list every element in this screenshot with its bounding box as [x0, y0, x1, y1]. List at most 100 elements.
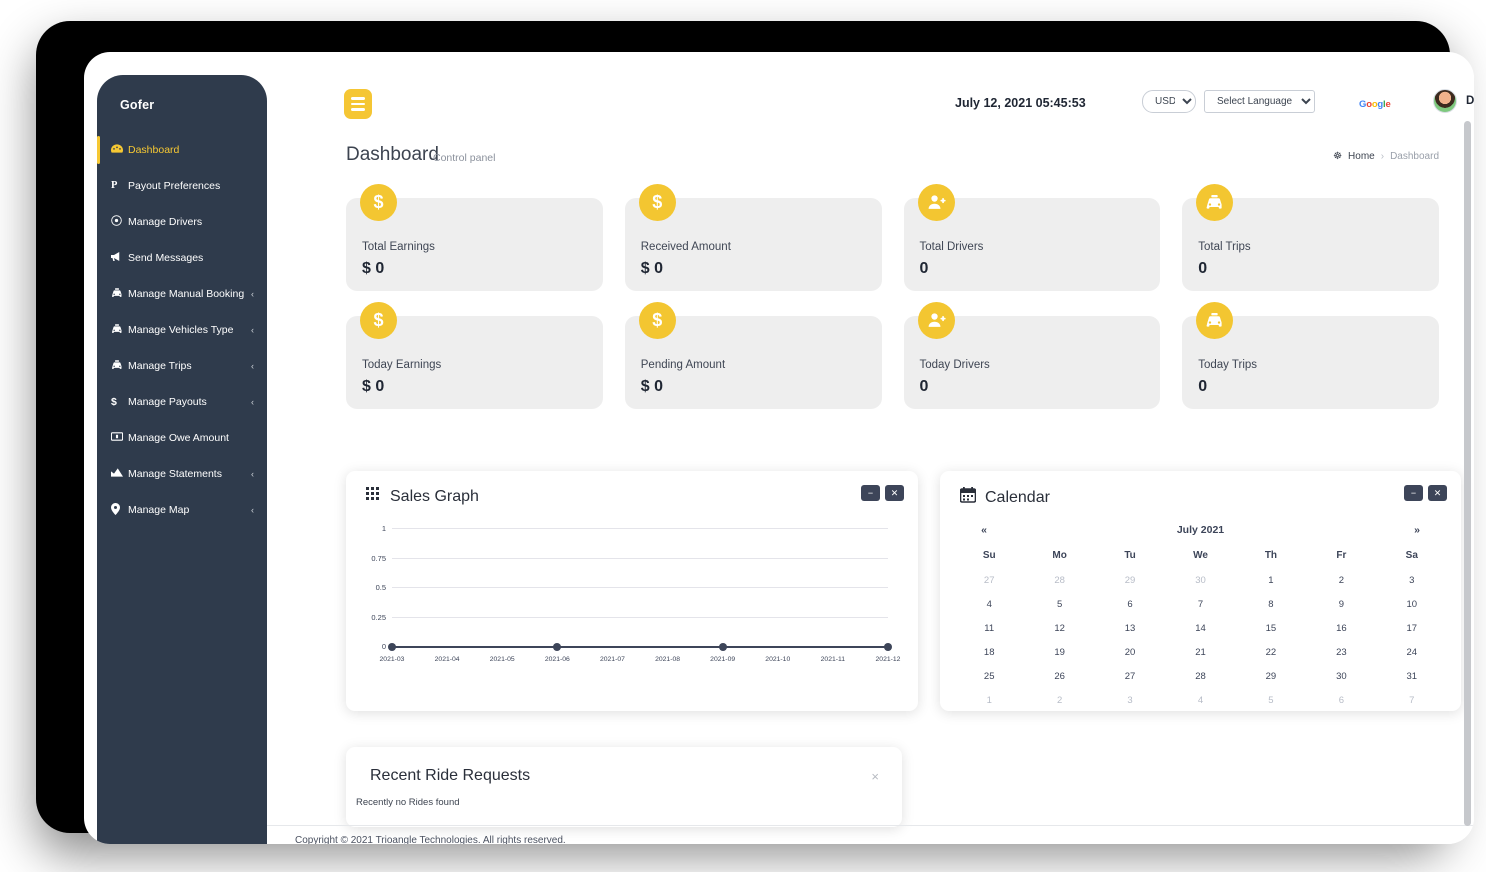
calendar-day[interactable]: 25 — [954, 664, 1024, 688]
calendar-next-button[interactable]: » — [1387, 524, 1447, 536]
calendar-day[interactable]: 27 — [1095, 664, 1165, 688]
calendar-day[interactable]: 4 — [954, 592, 1024, 616]
calendar-day[interactable]: 27 — [954, 568, 1024, 592]
calendar-day[interactable]: 5 — [1024, 592, 1094, 616]
chart-data-point[interactable] — [388, 643, 396, 651]
sidebar-item-label: Manage Owe Amount — [128, 432, 229, 444]
stat-card-value: 0 — [919, 378, 929, 395]
taxi-icon — [111, 359, 128, 374]
stat-card: Today Trips 0 — [1182, 302, 1461, 409]
chart-x-tick: 2021-11 — [820, 656, 846, 663]
calendar-day[interactable]: 21 — [1165, 640, 1235, 664]
calendar-day[interactable]: 14 — [1165, 616, 1235, 640]
sidebar-item-manage-trips[interactable]: Manage Trips ‹ — [97, 348, 267, 384]
calendar-day[interactable]: 28 — [1024, 568, 1094, 592]
sidebar: Gofer Dashboard P Payout Preferences Manage… — [97, 75, 267, 844]
calendar-day[interactable]: 13 — [1095, 616, 1165, 640]
calendar-day[interactable]: 8 — [1236, 592, 1306, 616]
calendar-day[interactable]: 1 — [954, 688, 1024, 712]
chart-data-point[interactable] — [884, 643, 892, 651]
calendar-day[interactable]: 4 — [1165, 688, 1235, 712]
calendar-day[interactable]: 1 — [1236, 568, 1306, 592]
megaphone-icon — [111, 251, 128, 265]
calendar-day[interactable]: 20 — [1095, 640, 1165, 664]
calendar-day[interactable]: 30 — [1306, 664, 1376, 688]
chart-data-point[interactable] — [718, 643, 727, 651]
recent-rides-close-button[interactable]: × — [871, 769, 879, 784]
calendar-day[interactable]: 18 — [954, 640, 1024, 664]
calendar-weekday: Sa — [1405, 550, 1418, 561]
sidebar-item-dashboard[interactable]: Dashboard — [97, 132, 267, 168]
currency-select[interactable]: USD — [1142, 90, 1196, 113]
calendar-day[interactable]: 7 — [1377, 688, 1447, 712]
taxi-icon — [1196, 302, 1234, 339]
page-title: Dashboard — [346, 144, 439, 165]
calendar-day[interactable]: 5 — [1236, 688, 1306, 712]
sidebar-item-manage-map[interactable]: Manage Map ‹ — [97, 492, 267, 528]
hamburger-icon-line — [351, 97, 365, 100]
calendar-day[interactable]: 2 — [1306, 568, 1376, 592]
sidebar-item-manage-statements[interactable]: Manage Statements ‹ — [97, 456, 267, 492]
calendar-day[interactable]: 31 — [1377, 664, 1447, 688]
chart-x-tick: 2021-03 — [379, 656, 405, 663]
calendar-day[interactable]: 24 — [1377, 640, 1447, 664]
dashboard-panels: Sales Graph − ✕ 1 0.75 0.5 0.25 0 2021-03 2021… — [346, 471, 1461, 711]
calendar-day[interactable]: 6 — [1095, 592, 1165, 616]
calendar-day[interactable]: 30 — [1165, 568, 1235, 592]
sidebar-item-manage-manual-booking[interactable]: Manage Manual Booking ‹ — [97, 276, 267, 312]
chart-data-point[interactable] — [553, 643, 562, 651]
stat-card-value: 0 — [919, 260, 929, 277]
calendar-day[interactable]: 11 — [954, 616, 1024, 640]
calendar-day[interactable]: 2 — [1024, 688, 1094, 712]
breadcrumb-home[interactable]: Home — [1348, 151, 1375, 162]
calendar-day[interactable]: 19 — [1024, 640, 1094, 664]
chart-x-tick: 2021-12 — [875, 656, 901, 663]
menu-toggle-button[interactable] — [344, 89, 372, 119]
calendar-day[interactable]: 17 — [1377, 616, 1447, 640]
calendar-day[interactable]: 12 — [1024, 616, 1094, 640]
calendar-prev-button[interactable]: « — [954, 524, 1014, 536]
calendar-day[interactable]: 16 — [1306, 616, 1376, 640]
calendar-minimize-button[interactable]: − — [1404, 485, 1423, 501]
chart-x-tick: 2021-07 — [599, 656, 625, 663]
dollar-icon: $ — [111, 395, 117, 408]
sidebar-item-manage-payouts[interactable]: $ Manage Payouts ‹ — [97, 384, 267, 420]
sidebar-item-manage-owe-amount[interactable]: Manage Owe Amount — [97, 420, 267, 456]
user-menu[interactable]: Devin — [1433, 89, 1474, 113]
calendar-day[interactable]: 3 — [1095, 688, 1165, 712]
calendar-widget: « July 2021 » Su Mo Tu We Th Fr Sa 27 28 29 30 1 2 3… — [954, 517, 1447, 712]
calendar-weekday: Th — [1264, 550, 1278, 561]
sidebar-item-send-messages[interactable]: Send Messages — [97, 240, 267, 276]
footer-text: Copyright © 2021 Trioangle Technologies.… — [295, 835, 566, 844]
calendar-day[interactable]: 7 — [1165, 592, 1235, 616]
chart-axis-line — [392, 646, 888, 648]
calendar-day[interactable]: 26 — [1024, 664, 1094, 688]
sales-close-button[interactable]: ✕ — [885, 485, 904, 501]
calendar-day[interactable]: 23 — [1306, 640, 1376, 664]
stat-card: Total Drivers 0 — [903, 184, 1183, 291]
sidebar-item-label: Manage Statements — [128, 468, 222, 480]
chevron-left-icon: ‹ — [251, 505, 254, 515]
calendar-close-button[interactable]: ✕ — [1428, 485, 1447, 501]
paypal-icon: P — [111, 180, 118, 192]
language-select[interactable]: Select Language — [1204, 90, 1315, 113]
stat-card-label: Total Earnings — [362, 241, 435, 253]
sidebar-item-manage-vehicles-type[interactable]: Manage Vehicles Type ‹ — [97, 312, 267, 348]
calendar-day[interactable]: 10 — [1377, 592, 1447, 616]
calendar-day[interactable]: 28 — [1165, 664, 1235, 688]
calendar-day[interactable]: 29 — [1236, 664, 1306, 688]
chevron-left-icon: ‹ — [251, 361, 254, 371]
calendar-day[interactable]: 3 — [1377, 568, 1447, 592]
calendar-weekday: Tu — [1124, 550, 1136, 561]
calendar-day[interactable]: 29 — [1095, 568, 1165, 592]
calendar-day[interactable]: 22 — [1236, 640, 1306, 664]
sales-minimize-button[interactable]: − — [861, 485, 880, 501]
google-translate-badge[interactable]: Google — [1359, 99, 1391, 110]
sidebar-item-manage-drivers[interactable]: Manage Drivers — [97, 204, 267, 240]
stat-card-label: Total Drivers — [919, 241, 984, 253]
page-scrollbar[interactable] — [1464, 121, 1471, 826]
sidebar-item-payout-preferences[interactable]: P Payout Preferences — [97, 168, 267, 204]
calendar-day[interactable]: 9 — [1306, 592, 1376, 616]
calendar-day[interactable]: 15 — [1236, 616, 1306, 640]
calendar-day[interactable]: 6 — [1306, 688, 1376, 712]
